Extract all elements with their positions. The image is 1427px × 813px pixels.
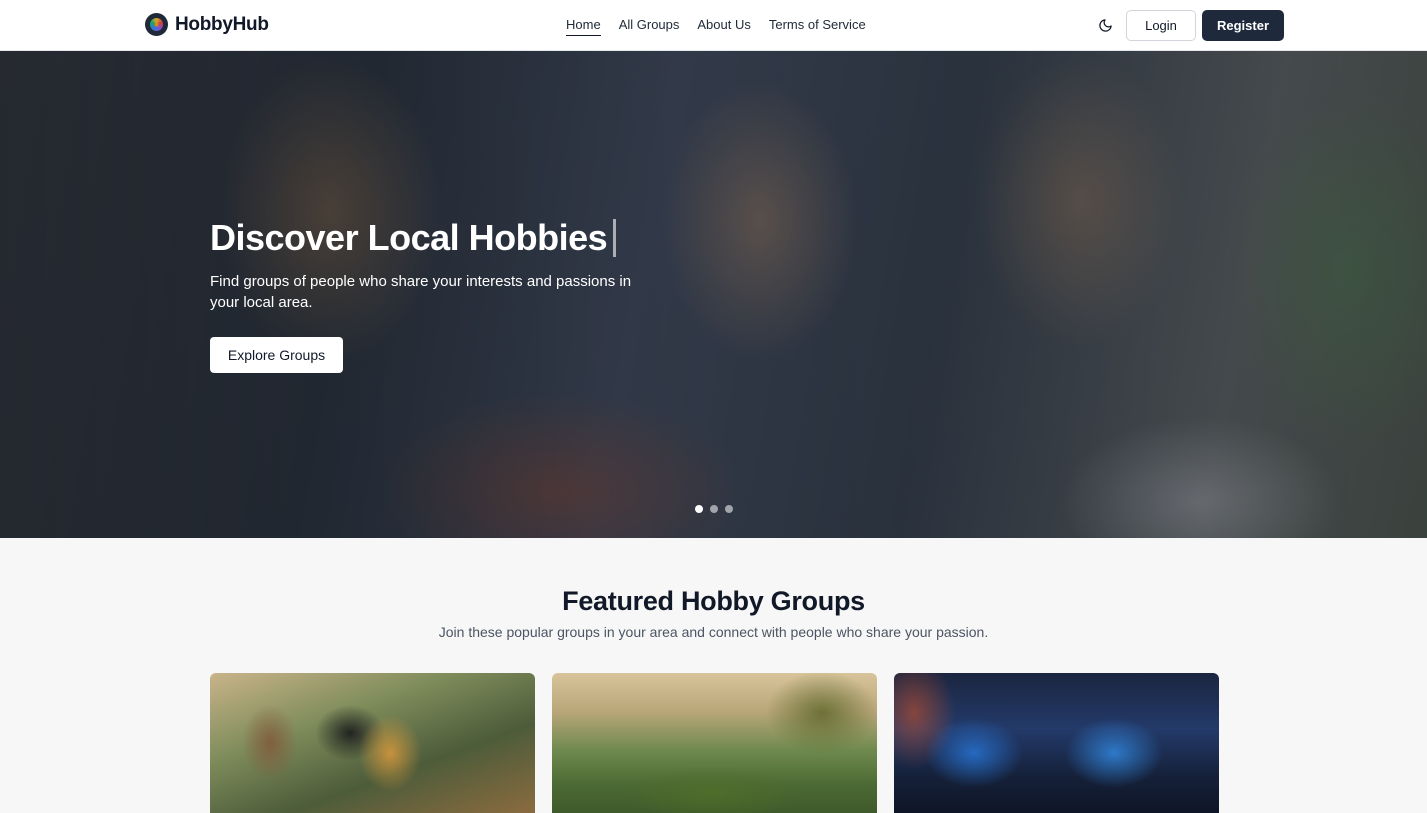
hero-carousel: Discover Local Hobbies Find groups of pe… (0, 51, 1427, 538)
hero-title: Discover Local Hobbies (210, 217, 640, 259)
login-button[interactable]: Login (1126, 10, 1196, 41)
hero-subtitle: Find groups of people who share your int… (210, 273, 632, 311)
main-nav: Home All Groups About Us Terms of Servic… (566, 17, 866, 36)
carousel-dot-1[interactable] (695, 505, 703, 513)
group-card-photography[interactable] (210, 673, 535, 813)
featured-groups-section: Featured Hobby Groups Join these popular… (0, 538, 1427, 813)
hero-title-text: Discover Local Hobbies (210, 217, 608, 258)
nav-home[interactable]: Home (566, 17, 601, 36)
register-button[interactable]: Register (1202, 10, 1284, 41)
hero-content: Discover Local Hobbies Find groups of pe… (210, 217, 640, 373)
nav-all-groups[interactable]: All Groups (619, 17, 680, 36)
nav-about-us[interactable]: About Us (697, 17, 750, 36)
nav-terms-of-service[interactable]: Terms of Service (769, 17, 866, 36)
carousel-indicators (695, 505, 733, 513)
explore-groups-button[interactable]: Explore Groups (210, 337, 343, 373)
brand-logo[interactable]: HobbyHub (145, 13, 269, 36)
moon-icon (1098, 18, 1112, 32)
group-card-running[interactable] (552, 673, 877, 813)
site-header: HobbyHub Home All Groups About Us Terms … (0, 0, 1427, 51)
logo-icon (145, 13, 168, 36)
theme-toggle-button[interactable] (1095, 15, 1115, 35)
carousel-dot-3[interactable] (725, 505, 733, 513)
typing-cursor (613, 219, 617, 257)
brand-name: HobbyHub (175, 13, 269, 35)
group-card-gaming[interactable] (894, 673, 1219, 813)
featured-title: Featured Hobby Groups (562, 586, 865, 616)
carousel-dot-2[interactable] (710, 505, 718, 513)
featured-subtitle: Join these popular groups in your area a… (438, 624, 989, 640)
